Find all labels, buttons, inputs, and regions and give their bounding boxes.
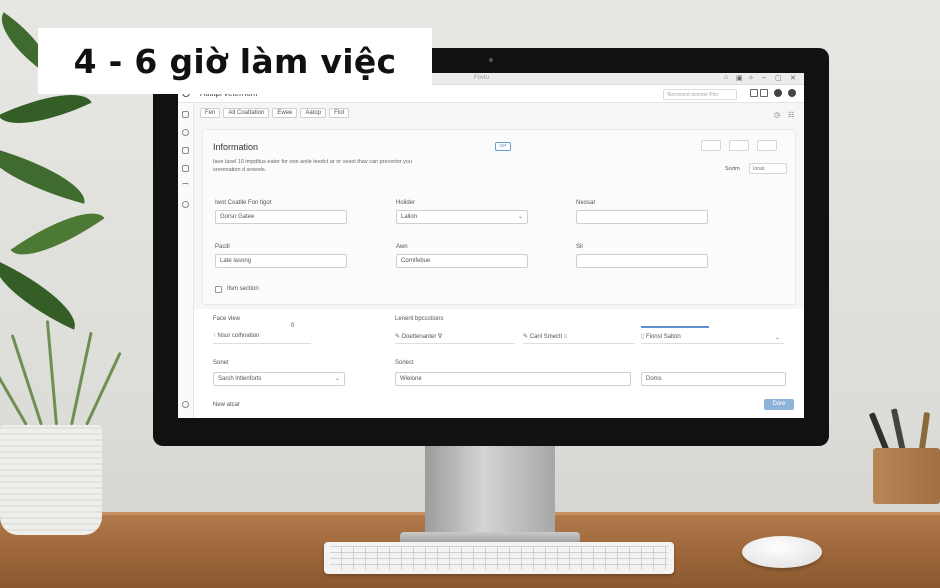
section-checkbox[interactable] <box>215 286 222 293</box>
recent-value-c: Flonsl Salton <box>645 334 681 340</box>
face-view-field[interactable]: ↑ Nsur colhnation <box>213 332 311 344</box>
text-field[interactable]: Cornifebue <box>396 254 528 268</box>
sidebar-item-browse[interactable] <box>182 129 189 136</box>
camera-dot <box>489 58 493 62</box>
select-value: Sarch lntlenforts <box>218 376 262 382</box>
active-tab-indicator <box>641 326 709 328</box>
sort-select[interactable]: Iooat <box>749 163 787 174</box>
window-title: Fovtu <box>474 75 490 81</box>
headline-text: 4 - 6 giờ làm việc <box>73 41 397 81</box>
done-button[interactable]: Dore <box>764 399 794 410</box>
monitor-screen: Fovtu ⌂ ▣ ✧ – ▢ ✕ Atltitpi veternom Sern… <box>178 73 804 418</box>
plant-pot <box>0 425 102 535</box>
maximize-icon[interactable]: ▢ <box>775 74 782 82</box>
recent-value-b: Canl Smectl <box>529 334 563 340</box>
clock-icon[interactable]: ◷ <box>774 111 780 119</box>
face-view-value: Nsur colhnation <box>217 333 260 339</box>
tab-aatop[interactable]: Aatop <box>300 108 327 118</box>
field-label: Iwot Coatlle Fon tlgot <box>215 200 272 206</box>
pencil-icon: ✎ <box>395 334 402 340</box>
sidebar-item-list[interactable] <box>182 183 189 190</box>
avatar[interactable] <box>788 89 796 97</box>
text-field[interactable]: Gorsn Gatee <box>215 210 347 224</box>
field-label: Sil <box>576 244 583 250</box>
field-label: Pacitl <box>215 244 230 250</box>
status-badge[interactable]: cer <box>495 142 511 151</box>
text-field[interactable]: Late lasong <box>215 254 347 268</box>
recent-value-a: Doettenanter ∇ <box>401 334 443 340</box>
field-label: Hoilder <box>396 200 416 206</box>
sidebar-item-settings[interactable] <box>182 401 189 408</box>
sidebar-item-help[interactable] <box>182 201 189 208</box>
search-input[interactable]: Sernnorst donoter Pter <box>663 89 737 100</box>
sidebar-item-docs[interactable] <box>182 147 189 154</box>
recent-label: Lenent bpcsstions <box>395 316 444 322</box>
filter-icon[interactable] <box>729 140 749 151</box>
search-icon: ⌕ <box>667 91 670 97</box>
text-field[interactable] <box>576 254 708 268</box>
close-icon[interactable]: ✕ <box>790 74 796 82</box>
chevron-down-icon: ⌄ <box>334 376 340 382</box>
share-icon[interactable] <box>757 140 777 151</box>
monitor-stand <box>425 446 555 538</box>
home-icon[interactable]: ⌂ <box>724 74 728 81</box>
toolbar-tabs: Fen Alt Coattation Ewee Aatop Ftol <box>200 108 350 118</box>
card-title: Information <box>213 142 259 152</box>
chevron-down-icon: ⌄ <box>774 335 780 341</box>
recent-field-b[interactable]: ✎ Canl Smectl ≡ <box>523 332 635 344</box>
extension-icon[interactable]: ✧ <box>748 74 754 82</box>
sidebar <box>178 103 194 418</box>
field-label: Neosat <box>576 200 596 206</box>
folder-icon[interactable] <box>760 89 768 97</box>
lower-panel <box>194 309 804 418</box>
tab-ewee[interactable]: Ewee <box>272 108 298 118</box>
pencil-icon: ✎ <box>523 334 530 340</box>
text-field[interactable]: Doms <box>641 372 786 386</box>
tab-fen[interactable]: Fen <box>200 108 221 118</box>
grid-icon[interactable]: ☷ <box>788 111 794 119</box>
recent-field-a[interactable]: ✎ Doettenanter ∇ <box>395 332 515 344</box>
keyboard <box>324 542 674 574</box>
text-field[interactable]: Wielone <box>395 372 631 386</box>
bookmark-icon[interactable]: ▣ <box>736 74 743 82</box>
sort-label: Sortm <box>725 166 740 172</box>
select-field[interactable]: Lalion ⌄ <box>396 210 528 224</box>
headline-banner: 4 - 6 giờ làm việc <box>38 28 432 94</box>
select-label: Sonet <box>213 360 229 366</box>
tab-coattation[interactable]: Alt Coattation <box>223 108 270 118</box>
field-label: Awn <box>396 244 408 250</box>
mouse <box>742 536 822 568</box>
text-field[interactable] <box>576 210 708 224</box>
list-icon: ≡ <box>562 334 568 340</box>
select-field[interactable]: Sarch lntlenforts ⌄ <box>213 372 345 386</box>
minimize-icon[interactable]: – <box>762 74 766 81</box>
sidebar-item-stats[interactable] <box>182 165 189 172</box>
select-label: Sorlect <box>395 360 414 366</box>
select-value: Lalion <box>401 214 418 220</box>
settings-icon[interactable] <box>774 89 782 97</box>
checkbox-label: Ilsm section <box>227 286 259 292</box>
face-view-label: Face vlew <box>213 316 241 322</box>
information-card: Information Iave laxel 10 impditus eater… <box>202 129 796 305</box>
tab-ftol[interactable]: Ftol <box>329 108 350 118</box>
chevron-down-icon: ⌄ <box>517 214 523 220</box>
footer-text: New atcar <box>213 402 241 408</box>
sidebar-item-home[interactable] <box>182 111 189 118</box>
menu-icon[interactable] <box>750 89 758 97</box>
recent-field-c[interactable]: ▯ Flonsl Salton ⌄ <box>641 332 784 344</box>
layout-icon[interactable] <box>701 140 721 151</box>
card-description: Iave laxel 10 impditus eater for one ani… <box>213 159 413 173</box>
face-view-count: 0 <box>291 323 295 329</box>
